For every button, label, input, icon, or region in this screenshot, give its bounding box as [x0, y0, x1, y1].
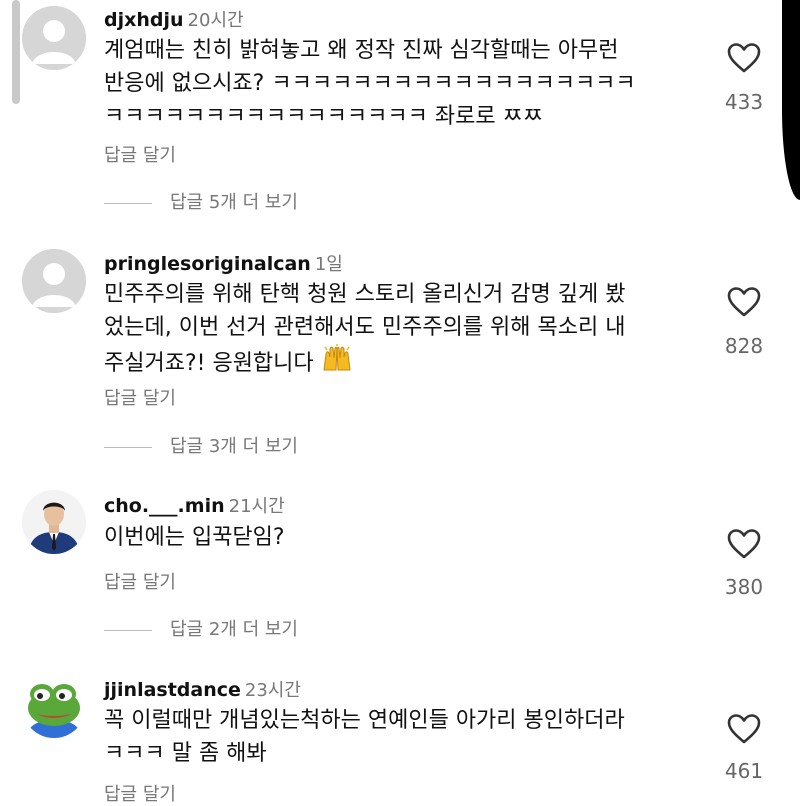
heart-icon — [727, 287, 761, 317]
raising-hands-emoji — [321, 344, 353, 384]
reply-button[interactable]: 답글 달기 — [104, 568, 176, 594]
timestamp: 20시간 — [187, 10, 244, 31]
scroll-indicator[interactable] — [12, 0, 20, 104]
reply-button[interactable]: 답글 달기 — [104, 384, 176, 410]
divider-line — [104, 629, 152, 631]
comment-text: 이번에는 입꾹닫임? — [104, 525, 285, 550]
comment-header: pringlesoriginalcan 1일 — [104, 250, 343, 276]
heart-icon — [727, 529, 761, 559]
comment-text: 민주주의를 위해 탄핵 청원 스토리 올리신거 감명 깊게 봤 었는데, 이번 … — [104, 278, 684, 384]
view-more-replies-label: 답글 2개 더 보기 — [170, 619, 298, 640]
comment-text: 계엄때는 친히 밝혀놓고 왜 정작 진짜 심각할때는 아무런 반응에 없으시죠?… — [104, 38, 636, 129]
comment-text-body: 민주주의를 위해 탄핵 청원 스토리 올리신거 감명 깊게 봤 었는데, 이번 … — [104, 282, 626, 376]
view-more-replies-label: 답글 3개 더 보기 — [170, 436, 298, 457]
heart-icon — [727, 43, 761, 73]
timestamp: 21시간 — [228, 496, 285, 517]
like-button[interactable] — [724, 713, 764, 745]
view-more-replies-label: 답글 5개 더 보기 — [170, 192, 298, 213]
reply-button[interactable]: 답글 달기 — [104, 141, 176, 167]
username[interactable]: pringlesoriginalcan — [104, 253, 311, 275]
like-button[interactable] — [724, 528, 764, 560]
username[interactable]: jjinlastdance — [104, 679, 241, 701]
view-more-replies[interactable]: 답글 2개 더 보기 — [104, 615, 298, 641]
reply-button[interactable]: 답글 달기 — [104, 780, 176, 806]
like-count: 461 — [724, 759, 764, 783]
divider-line — [104, 202, 152, 204]
timestamp: 1일 — [314, 254, 343, 275]
right-edge-frame — [782, 0, 800, 200]
heart-icon — [727, 714, 761, 744]
timestamp: 23시간 — [244, 680, 301, 701]
username[interactable]: cho.___.min — [104, 495, 225, 517]
comment-header: jjinlastdance 23시간 — [104, 676, 301, 702]
person-photo-avatar[interactable] — [22, 490, 86, 554]
comment-header: djxhdju 20시간 — [104, 6, 244, 32]
frog-avatar[interactable] — [22, 674, 86, 738]
default-avatar-icon[interactable] — [22, 6, 86, 70]
like-count: 433 — [724, 90, 764, 114]
like-button[interactable] — [724, 286, 764, 318]
divider-line — [104, 446, 152, 448]
comment-text: 꼭 이럴때만 개념있는척하는 연예인들 아가리 봉인하더라 ㅋㅋㅋ 말 좀 해봐 — [104, 708, 625, 766]
comment-header: cho.___.min 21시간 — [104, 492, 285, 518]
default-avatar-icon[interactable] — [22, 249, 86, 313]
like-count: 380 — [724, 575, 764, 599]
username[interactable]: djxhdju — [104, 9, 184, 31]
view-more-replies[interactable]: 답글 5개 더 보기 — [104, 188, 298, 214]
view-more-replies[interactable]: 답글 3개 더 보기 — [104, 432, 298, 458]
like-button[interactable] — [724, 42, 764, 74]
like-count: 828 — [724, 334, 764, 358]
